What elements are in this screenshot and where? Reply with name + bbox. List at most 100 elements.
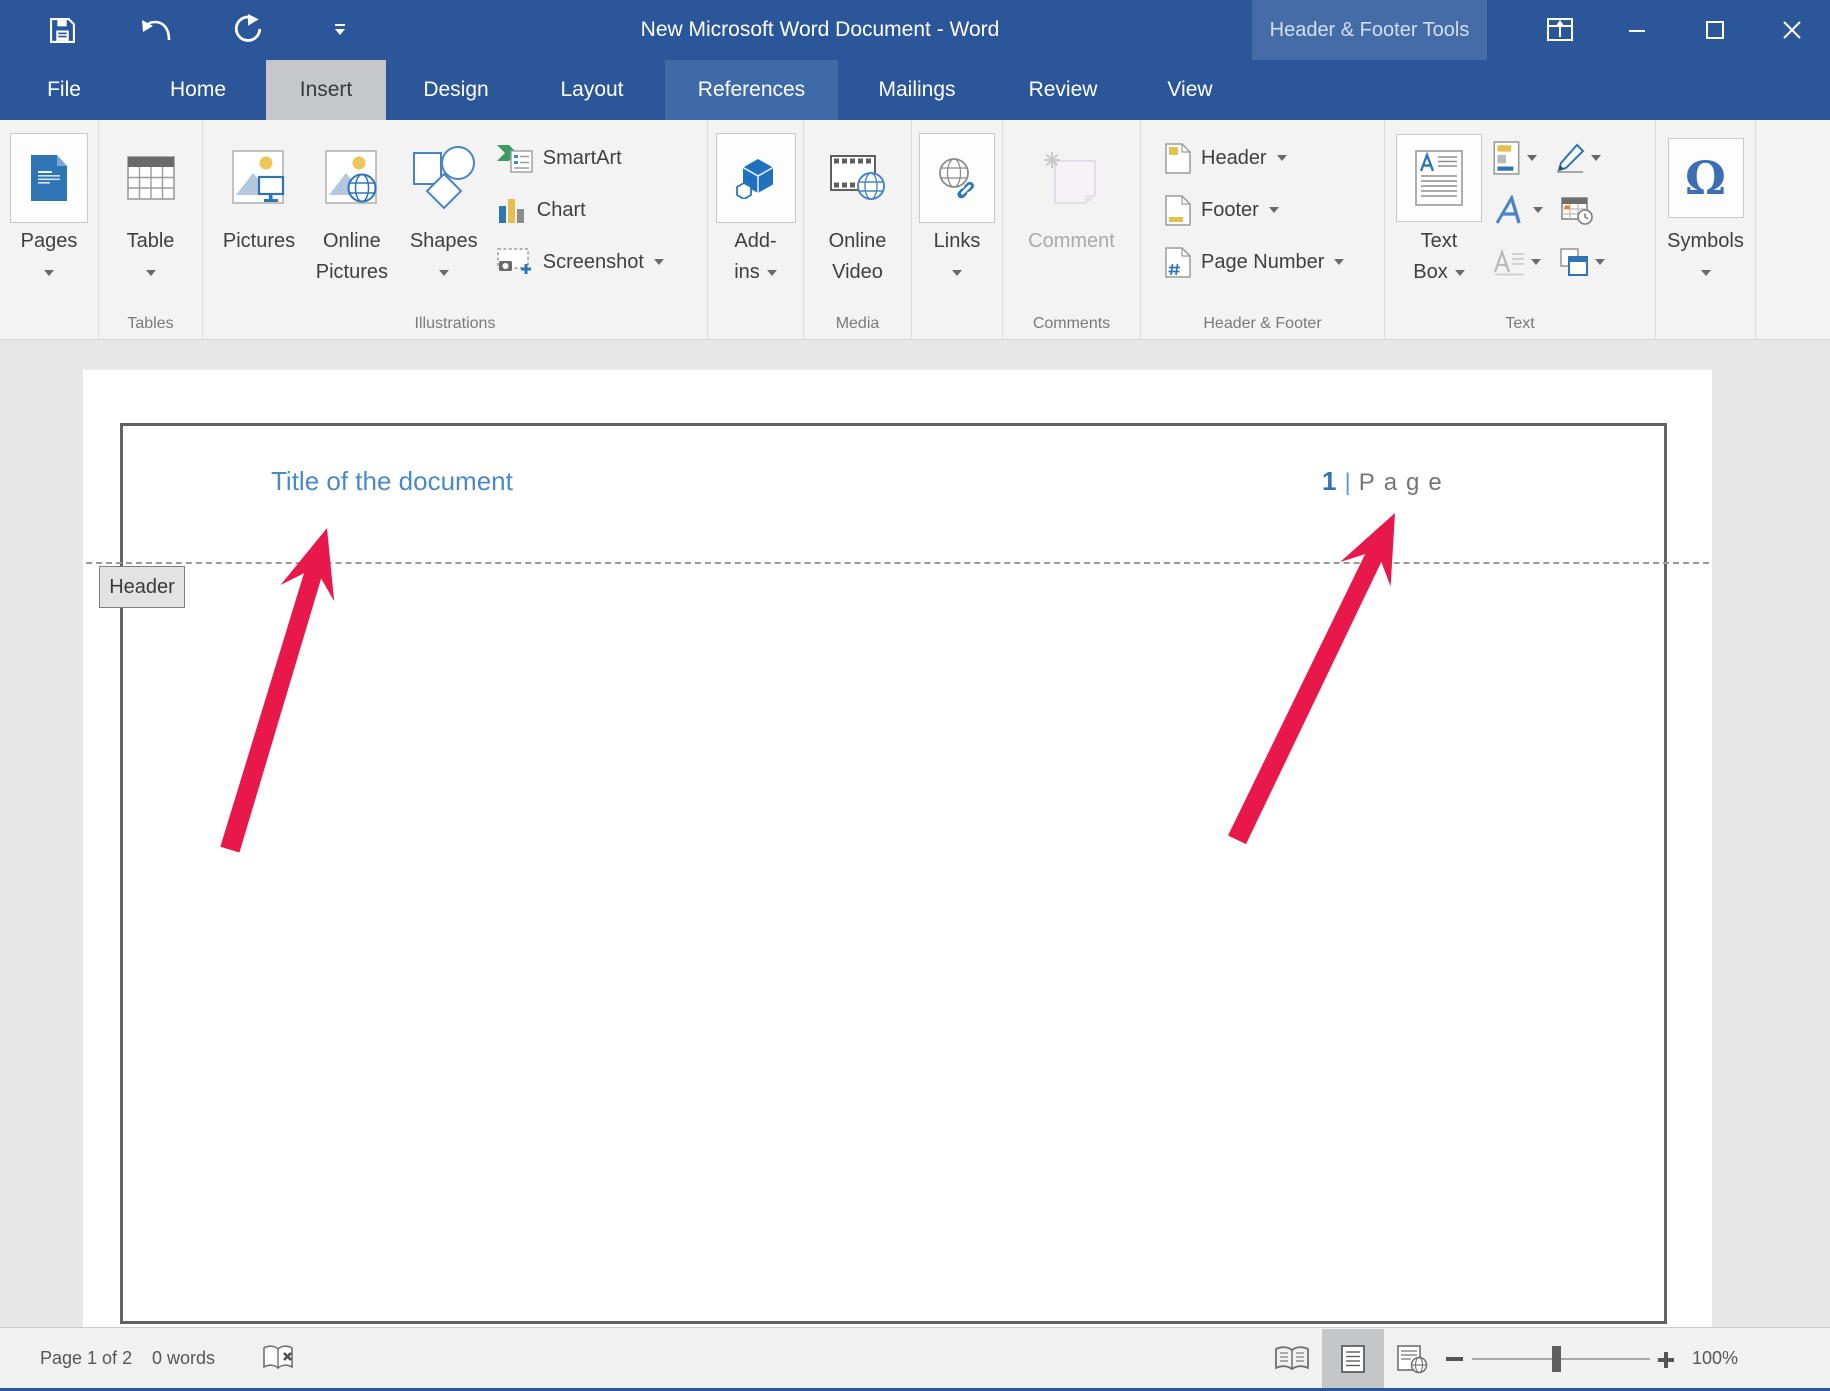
screenshot-icon — [497, 248, 533, 276]
text-box-icon — [1415, 150, 1463, 206]
redo-button[interactable] — [230, 14, 266, 46]
tab-references[interactable]: References — [665, 60, 838, 120]
dropdown-caret — [1531, 259, 1541, 265]
pictures-label: Pictures — [223, 226, 295, 257]
pictures-button[interactable]: Pictures — [215, 120, 303, 339]
online-pictures-button[interactable]: Online Pictures — [303, 120, 401, 339]
header-icon — [1165, 143, 1191, 174]
footer-button[interactable]: Footer — [1165, 184, 1384, 236]
online-pictures-icon — [325, 150, 379, 206]
date-time-icon — [1561, 195, 1593, 225]
document-page[interactable]: Header Title of the document 1|Page — [83, 370, 1712, 1327]
wordart-button[interactable] — [1493, 195, 1543, 225]
pages-button[interactable]: Pages — [0, 120, 98, 339]
screenshot-label: Screenshot — [543, 251, 644, 274]
save-button[interactable] — [44, 14, 80, 46]
customize-qat-icon — [332, 23, 348, 37]
shapes-label: Shapes — [410, 226, 478, 257]
group-label-text: Text — [1385, 315, 1655, 333]
maximize-button[interactable] — [1693, 8, 1737, 52]
header-button[interactable]: Header — [1165, 132, 1384, 184]
comment-button[interactable]: Comment — [1003, 120, 1140, 339]
group-label-comments: Comments — [1003, 315, 1140, 333]
online-video-button[interactable]: Online Video — [804, 120, 911, 339]
dropdown-caret — [44, 270, 54, 276]
undo-button[interactable] — [140, 14, 176, 46]
object-button[interactable] — [1559, 247, 1605, 277]
quick-parts-button[interactable] — [1493, 141, 1537, 175]
symbols-button[interactable]: Ω Symbols — [1656, 120, 1755, 339]
print-layout-button[interactable] — [1340, 1344, 1366, 1379]
tab-insert[interactable]: Insert — [266, 60, 386, 120]
signature-line-button[interactable] — [1555, 143, 1601, 173]
tab-file[interactable]: File — [24, 60, 104, 120]
links-button[interactable]: Links — [912, 120, 1002, 339]
chart-button[interactable]: Chart — [497, 184, 707, 236]
group-media: Online Video Media — [804, 120, 912, 339]
ribbon-display-options-button[interactable] — [1538, 8, 1582, 52]
omega-icon: Ω — [1685, 155, 1726, 201]
close-icon — [1782, 20, 1802, 40]
page-number-field[interactable]: 1|Page — [1322, 466, 1451, 497]
zoom-level[interactable]: 100% — [1692, 1328, 1738, 1389]
addins-button[interactable]: Add- ins — [708, 120, 803, 339]
page-info[interactable]: Page 1 of 2 — [40, 1328, 132, 1389]
minimize-button[interactable] — [1615, 8, 1659, 52]
zoom-out-button[interactable] — [1446, 1357, 1463, 1361]
maximize-icon — [1705, 20, 1725, 40]
shapes-button[interactable]: Shapes — [401, 120, 487, 339]
text-boundary-box — [120, 423, 1667, 1324]
tab-design[interactable]: Design — [398, 60, 514, 120]
group-label-tables: Tables — [99, 315, 202, 333]
zoom-slider-track[interactable] — [1472, 1358, 1650, 1360]
close-button[interactable] — [1770, 8, 1814, 52]
customize-qat-button[interactable] — [322, 14, 358, 46]
comment-label: Comment — [1028, 226, 1115, 257]
text-box-button[interactable]: Text Box — [1389, 120, 1489, 339]
table-label: Table — [127, 226, 175, 257]
tab-home[interactable]: Home — [142, 60, 254, 120]
group-links: Links — [912, 120, 1003, 339]
page-number-word: Page — [1359, 469, 1451, 496]
undo-icon — [141, 15, 175, 45]
pages-label: Pages — [21, 226, 78, 257]
group-text: Text Box — [1385, 120, 1656, 339]
smartart-button[interactable]: SmartArt — [497, 132, 707, 184]
group-tables: Table Tables — [99, 120, 203, 339]
tab-view[interactable]: View — [1150, 60, 1230, 120]
dropdown-caret — [439, 270, 449, 276]
online-video-icon — [830, 155, 886, 201]
word-count[interactable]: 0 words — [152, 1328, 215, 1389]
drop-cap-button[interactable] — [1493, 248, 1541, 276]
read-mode-button[interactable] — [1274, 1345, 1310, 1378]
screenshot-button[interactable]: Screenshot — [497, 236, 707, 288]
tab-review[interactable]: Review — [1002, 60, 1124, 120]
titlebar: New Microsoft Word Document - Word — [0, 0, 1830, 60]
dropdown-caret — [1591, 155, 1601, 161]
pages-icon — [30, 154, 68, 202]
status-bar: Page 1 of 2 0 words — [0, 1327, 1830, 1391]
header-boundary-line — [86, 562, 1709, 564]
proofing-errors-button[interactable] — [262, 1344, 296, 1377]
dropdown-caret — [1527, 155, 1537, 161]
save-icon — [49, 17, 76, 44]
page-number-button[interactable]: Page Number — [1165, 236, 1384, 288]
group-label-media: Media — [804, 315, 911, 333]
tab-layout[interactable]: Layout — [534, 60, 650, 120]
document-header-title[interactable]: Title of the document — [271, 466, 513, 497]
ribbon: Pages Table Tables — [0, 120, 1830, 340]
redo-icon — [232, 14, 264, 46]
group-comments: Comment Comments — [1003, 120, 1141, 339]
zoom-in-button[interactable] — [1656, 1350, 1676, 1375]
dropdown-caret — [1533, 207, 1543, 213]
ribbon-tab-bar: File Home Insert Design Layout Reference… — [0, 60, 1830, 120]
tab-mailings[interactable]: Mailings — [858, 60, 976, 120]
table-button[interactable]: Table — [99, 120, 202, 339]
web-layout-button[interactable] — [1396, 1344, 1428, 1379]
addins-label-1: Add- — [734, 226, 776, 257]
minimize-icon — [1628, 21, 1646, 39]
date-time-button[interactable] — [1561, 195, 1593, 225]
zoom-slider-thumb[interactable] — [1552, 1346, 1561, 1372]
text-box-label-1: Text — [1421, 226, 1458, 257]
addins-icon — [735, 157, 777, 199]
